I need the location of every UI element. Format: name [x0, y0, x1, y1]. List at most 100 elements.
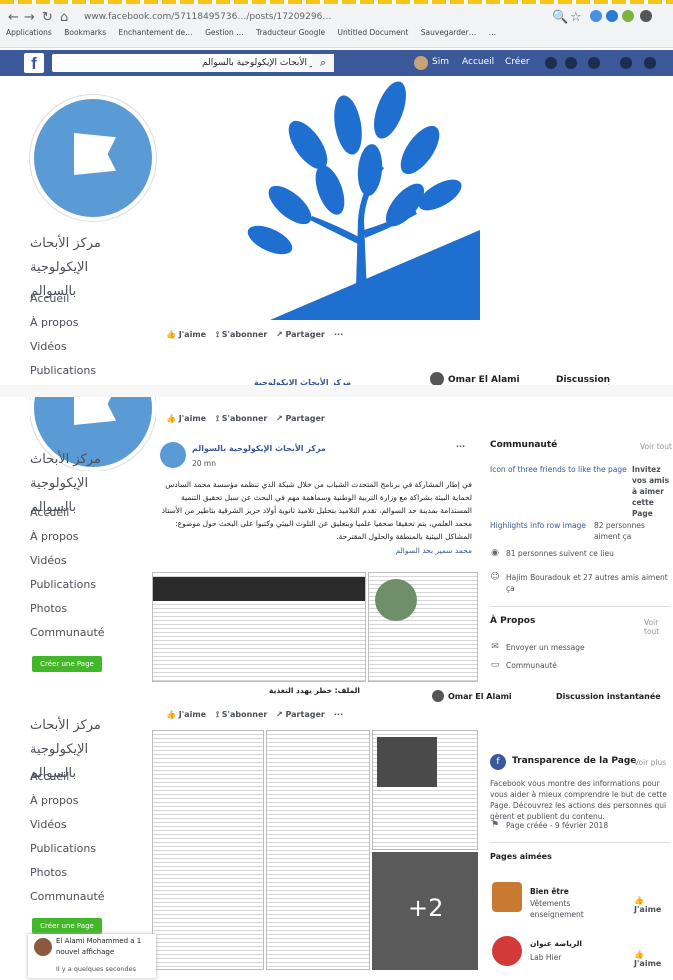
photo-thumbnail: [377, 737, 437, 787]
sidebar-item-community[interactable]: Communauté: [30, 890, 105, 903]
post-photo[interactable]: [372, 730, 478, 850]
post-author-avatar[interactable]: [160, 442, 186, 468]
extension-icon[interactable]: [606, 10, 618, 22]
sidebar-item-about[interactable]: À propos: [30, 530, 78, 543]
post-text: في إطار المشاركة في برنامج المتحدث الشبا…: [161, 480, 472, 541]
bookmark-item[interactable]: Enchantement de…: [119, 28, 193, 37]
post-photo[interactable]: [152, 572, 366, 682]
avatar[interactable]: [432, 690, 444, 702]
more-photos-overlay[interactable]: +2: [372, 852, 478, 970]
post-signature: محمد سمير بحد السوالم: [395, 546, 472, 555]
reload-icon[interactable]: ↻: [42, 10, 53, 25]
post-menu-button[interactable]: ···: [456, 442, 465, 451]
post-time[interactable]: 20 mn: [192, 458, 216, 469]
sidebar-item-videos[interactable]: Vidéos: [30, 340, 67, 353]
home-icon[interactable]: ⌂: [60, 10, 68, 25]
like-button[interactable]: 👍 J'aime: [166, 414, 206, 423]
share-button[interactable]: ↗ Partager: [276, 710, 325, 719]
community-see-all[interactable]: Voir tout: [640, 442, 672, 451]
chat-contact[interactable]: Omar El Alami: [448, 692, 512, 701]
friends-icon[interactable]: [545, 57, 557, 69]
sidebar-item-videos[interactable]: Vidéos: [30, 818, 67, 831]
sidebar-item-publications[interactable]: Publications: [30, 364, 96, 377]
post-photo[interactable]: [368, 572, 478, 682]
like-label: J'aime: [178, 330, 207, 339]
create-link[interactable]: Créer: [505, 57, 530, 67]
address-bar[interactable]: www.facebook.com/57118495736…/posts/1720…: [84, 8, 524, 26]
liked-page-logo[interactable]: [492, 936, 522, 966]
more-button[interactable]: ···: [334, 710, 343, 719]
sidebar-item-community[interactable]: Communauté: [30, 626, 105, 639]
sidebar-item-photos[interactable]: Photos: [30, 602, 67, 615]
sidebar-item-accueil[interactable]: Accueil: [30, 770, 69, 783]
extension-icon[interactable]: [640, 10, 652, 22]
bookmark-item[interactable]: Gestion …: [205, 28, 244, 37]
menu-icon[interactable]: [644, 57, 656, 69]
notifications-icon[interactable]: [588, 57, 600, 69]
notification-popup[interactable]: El Alami Mohammed a 1 nouvel affichage I…: [28, 934, 156, 978]
sidebar-item-publications[interactable]: Publications: [30, 578, 96, 591]
like-label: J'aime: [634, 959, 662, 968]
extension-icon[interactable]: [590, 10, 602, 22]
sidebar-item-about[interactable]: À propos: [30, 794, 78, 807]
subscribe-button[interactable]: ⟟ S'abonner: [216, 710, 267, 720]
subscribe-button[interactable]: ⟟ S'abonner: [216, 414, 267, 424]
subscribe-button[interactable]: ⟟ S'abonner: [216, 330, 267, 340]
create-page-button[interactable]: Créer une Page: [32, 918, 102, 934]
chat-contact[interactable]: Omar El Alami: [448, 375, 520, 385]
back-icon[interactable]: ←: [8, 10, 19, 25]
extension-icon[interactable]: [622, 10, 634, 22]
like-button[interactable]: 👍 J'aime: [166, 330, 206, 339]
rss-icon: ◉: [491, 548, 499, 558]
share-button[interactable]: ↗ Partager: [276, 414, 325, 423]
liked-page-name[interactable]: الرياضة عنوان: [530, 938, 582, 949]
bookmark-item[interactable]: Bookmarks: [64, 28, 106, 37]
help-icon[interactable]: [620, 57, 632, 69]
avatar[interactable]: [430, 372, 444, 386]
share-label: Partager: [285, 330, 325, 339]
zoom-icon[interactable]: 🔍: [552, 10, 568, 25]
create-page-button[interactable]: Créer une Page: [32, 656, 102, 672]
send-message-link[interactable]: Envoyer un message: [506, 642, 585, 653]
like-label: J'aime: [178, 710, 207, 719]
instant-chat-label[interactable]: Discussion instantanée: [556, 692, 661, 701]
more-button[interactable]: ···: [334, 330, 343, 339]
forward-icon[interactable]: →: [24, 10, 35, 25]
liked-page-name[interactable]: Bien être: [530, 886, 569, 897]
liked-page-logo[interactable]: [492, 882, 522, 912]
notification-time: Il y a quelques secondes: [56, 965, 137, 973]
category-link[interactable]: Communauté: [506, 660, 557, 671]
bookmark-item[interactable]: …: [489, 28, 497, 37]
star-icon[interactable]: ☆: [570, 10, 582, 25]
share-button[interactable]: ↗ Partager: [276, 330, 325, 339]
liked-page-like-button[interactable]: 👍 J'aime: [634, 896, 673, 914]
bookmark-item[interactable]: Applications: [6, 28, 52, 37]
divider: [490, 606, 670, 607]
sidebar-item-photos[interactable]: Photos: [30, 866, 67, 879]
facebook-logo-icon[interactable]: f: [24, 53, 44, 73]
sidebar-item-accueil[interactable]: Accueil: [30, 506, 69, 519]
home-link[interactable]: Accueil: [462, 57, 494, 67]
sidebar-item-about[interactable]: À propos: [30, 316, 78, 329]
bookmark-item[interactable]: Untitled Document: [337, 28, 408, 37]
sidebar-item-accueil[interactable]: Accueil: [30, 292, 69, 305]
post-photo[interactable]: [266, 730, 370, 970]
transparency-see-more[interactable]: Voir plus: [634, 758, 666, 767]
profile-picture[interactable]: [30, 95, 156, 221]
user-name-link[interactable]: Sim: [432, 57, 449, 67]
post-photo[interactable]: [152, 730, 264, 970]
browser-chrome: ← → ↻ ⌂ www.facebook.com/57118495736…/po…: [0, 0, 673, 48]
bookmark-item[interactable]: Sauvegarder…: [421, 28, 476, 37]
liked-page-like-button[interactable]: 👍 J'aime: [634, 950, 673, 968]
like-button[interactable]: 👍 J'aime: [166, 710, 206, 719]
messenger-icon[interactable]: [565, 57, 577, 69]
about-see-all[interactable]: Voir tout: [644, 618, 673, 636]
sidebar-item-publications[interactable]: Publications: [30, 842, 96, 855]
avatar[interactable]: [414, 56, 428, 70]
post-author[interactable]: مركز الأبحاث الإيكولوجية بالسوالم: [192, 444, 326, 453]
invite-friends-link[interactable]: Invitez vos amis à aimer cette Page: [632, 464, 673, 519]
bookmark-item[interactable]: Traducteur Google: [256, 28, 325, 37]
liked-pages-title: Pages aimées: [490, 852, 552, 861]
friends-like-text[interactable]: Hajim Bouradouk et 27 autres amis aiment…: [506, 572, 672, 594]
sidebar-item-videos[interactable]: Vidéos: [30, 554, 67, 567]
